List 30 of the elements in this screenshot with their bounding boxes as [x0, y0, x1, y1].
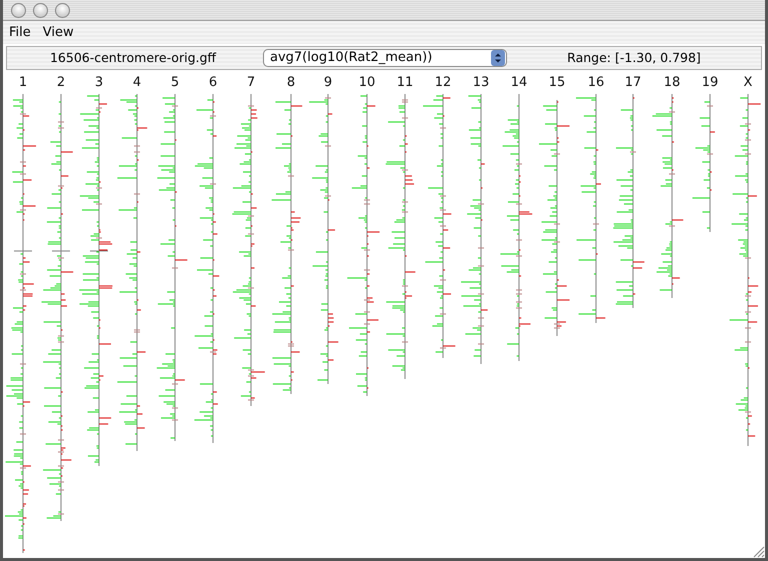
- resize-grip-icon[interactable]: [751, 544, 765, 558]
- minimize-button[interactable]: [33, 2, 48, 18]
- dropdown-arrows-icon: [491, 50, 505, 66]
- chromosome-label: 14: [510, 74, 528, 90]
- chromosome-label: 1: [18, 74, 28, 90]
- measure-dropdown[interactable]: avg7(log10(Rat2_mean)): [263, 48, 507, 67]
- chromosome-label: 18: [664, 74, 680, 90]
- chromosome-label: 16: [588, 74, 604, 90]
- chromosome-label: 5: [170, 74, 180, 90]
- menu-item[interactable]: File: [9, 25, 31, 40]
- chromosome-label: 15: [548, 74, 566, 90]
- chromosome-label: 19: [702, 74, 718, 90]
- chromosome-label: 8: [286, 74, 296, 90]
- chromosome-label: 11: [396, 74, 414, 90]
- menu-item[interactable]: View: [42, 25, 74, 40]
- chromosome-label: 6: [208, 74, 218, 90]
- chromosome-label: 10: [358, 74, 376, 90]
- chromosome-label: X: [744, 74, 752, 90]
- chromosome-label: 4: [132, 74, 142, 90]
- zoom-button[interactable]: [55, 2, 70, 18]
- chromosome-label: 13: [472, 74, 490, 90]
- close-button[interactable]: [11, 2, 26, 18]
- chromosome-label: 17: [624, 74, 642, 90]
- chromosome-label: 12: [434, 74, 452, 90]
- file-name: 16506-centromere-orig.gff: [48, 50, 218, 66]
- chromosome-label: 9: [324, 74, 332, 90]
- chromosome-label: 7: [246, 74, 256, 90]
- range-label: Range: [-1.30, 0.798]: [566, 50, 702, 66]
- chromosome-label: 3: [94, 74, 104, 90]
- chromosome-label: 2: [56, 74, 66, 90]
